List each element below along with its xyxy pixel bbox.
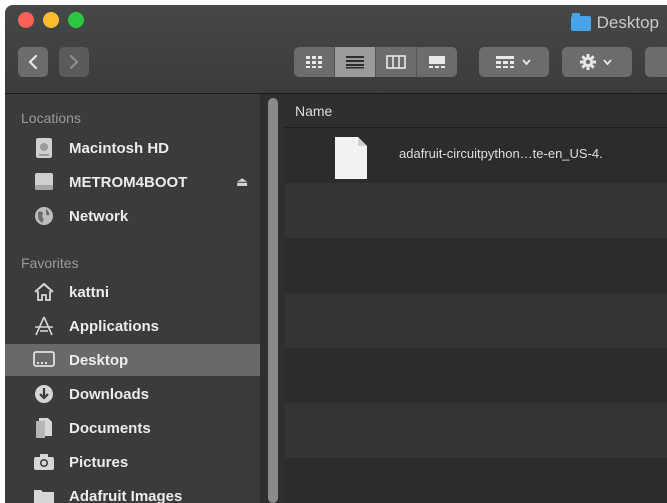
- empty-row: [285, 403, 667, 458]
- zoom-window-button[interactable]: [68, 12, 84, 28]
- sidebar-item-documents[interactable]: Documents: [5, 412, 260, 444]
- column-view-button[interactable]: [376, 47, 417, 77]
- sidebar-item-label: Desktop: [69, 351, 129, 369]
- document-icon: [335, 137, 367, 179]
- external-drive-icon: [33, 171, 55, 193]
- sidebar-item-label: Pictures: [69, 453, 129, 471]
- grid-dropdown-icon: [496, 56, 531, 68]
- locations-header: Locations: [21, 110, 81, 126]
- icon-view-button[interactable]: [294, 47, 335, 77]
- sidebar-item-label: Downloads: [69, 385, 150, 403]
- sidebar-item-kattni[interactable]: kattni: [5, 276, 260, 308]
- sidebar-scrollbar[interactable]: [260, 94, 285, 503]
- applications-icon: [33, 315, 55, 337]
- columns-icon: [386, 55, 406, 69]
- gallery-icon: [429, 56, 445, 68]
- sidebar-item-desktop[interactable]: Desktop: [5, 344, 260, 376]
- eject-icon[interactable]: ⏏: [236, 174, 248, 190]
- sidebar-item-label: Network: [69, 207, 129, 225]
- grid-icon: [306, 56, 322, 68]
- folder-icon: [33, 485, 55, 503]
- chevron-right-icon: [69, 54, 79, 70]
- gear-icon: [580, 54, 612, 70]
- window-title-text: Desktop: [596, 13, 659, 32]
- sidebar-item-downloads[interactable]: Downloads: [5, 378, 260, 410]
- list-view-button[interactable]: [335, 47, 376, 77]
- sidebar-item-label: Documents: [69, 419, 151, 437]
- window-title: Desktop: [570, 12, 659, 34]
- favorites-header: Favorites: [21, 255, 79, 271]
- view-mode-control: [294, 47, 457, 77]
- chevron-left-icon: [28, 54, 38, 70]
- sidebar: Locations Macintosh HD METROM4BOOT ⏏ Net…: [5, 94, 260, 503]
- desktop-icon: [33, 349, 55, 371]
- home-icon: [33, 281, 55, 303]
- sidebar-item-label: Macintosh HD: [69, 139, 170, 157]
- file-name: adafruit-circuitpython…te-en_US-4.: [399, 146, 603, 161]
- sidebar-scroll-thumb[interactable]: [268, 98, 278, 503]
- empty-row: [285, 293, 667, 348]
- sidebar-item-label: kattni: [69, 283, 110, 301]
- sidebar-item-label: METROM4BOOT: [69, 173, 188, 191]
- share-button[interactable]: [645, 47, 667, 77]
- empty-row: [285, 183, 667, 238]
- file-row[interactable]: adafruit-circuitpython…te-en_US-4.: [285, 128, 667, 183]
- minimize-window-button[interactable]: [43, 12, 59, 28]
- name-column-label: Name: [295, 103, 333, 119]
- sidebar-item-network[interactable]: Network: [5, 200, 260, 232]
- list-icon: [346, 56, 364, 69]
- downloads-icon: [33, 383, 55, 405]
- sidebar-item-metrom4boot[interactable]: METROM4BOOT ⏏: [5, 166, 260, 198]
- sidebar-item-adafruit-images[interactable]: Adafruit Images: [5, 480, 260, 503]
- hard-drive-icon: [33, 137, 55, 159]
- folder-icon: [570, 12, 591, 31]
- camera-icon: [33, 451, 55, 473]
- gallery-view-button[interactable]: [417, 47, 457, 77]
- name-column-header[interactable]: Name: [285, 94, 667, 128]
- finder-window: Desktop Locations Macintosh HD METROM4BO…: [5, 5, 667, 503]
- title-bar: Desktop: [5, 5, 667, 94]
- network-globe-icon: [33, 205, 55, 227]
- empty-row: [285, 348, 667, 403]
- close-window-button[interactable]: [18, 12, 34, 28]
- forward-button[interactable]: [59, 47, 89, 77]
- empty-row: [285, 238, 667, 293]
- sidebar-item-macintosh-hd[interactable]: Macintosh HD: [5, 132, 260, 164]
- group-by-button[interactable]: [479, 47, 549, 77]
- sidebar-item-label: Applications: [69, 317, 160, 335]
- action-menu-button[interactable]: [562, 47, 632, 77]
- sidebar-item-pictures[interactable]: Pictures: [5, 446, 260, 478]
- documents-icon: [33, 417, 55, 439]
- sidebar-item-label: Adafruit Images: [69, 487, 183, 503]
- empty-row: [285, 458, 667, 503]
- back-button[interactable]: [18, 47, 48, 77]
- sidebar-item-applications[interactable]: Applications: [5, 310, 260, 342]
- file-list: Name adafruit-circuitpython…te-en_US-4.: [285, 94, 667, 503]
